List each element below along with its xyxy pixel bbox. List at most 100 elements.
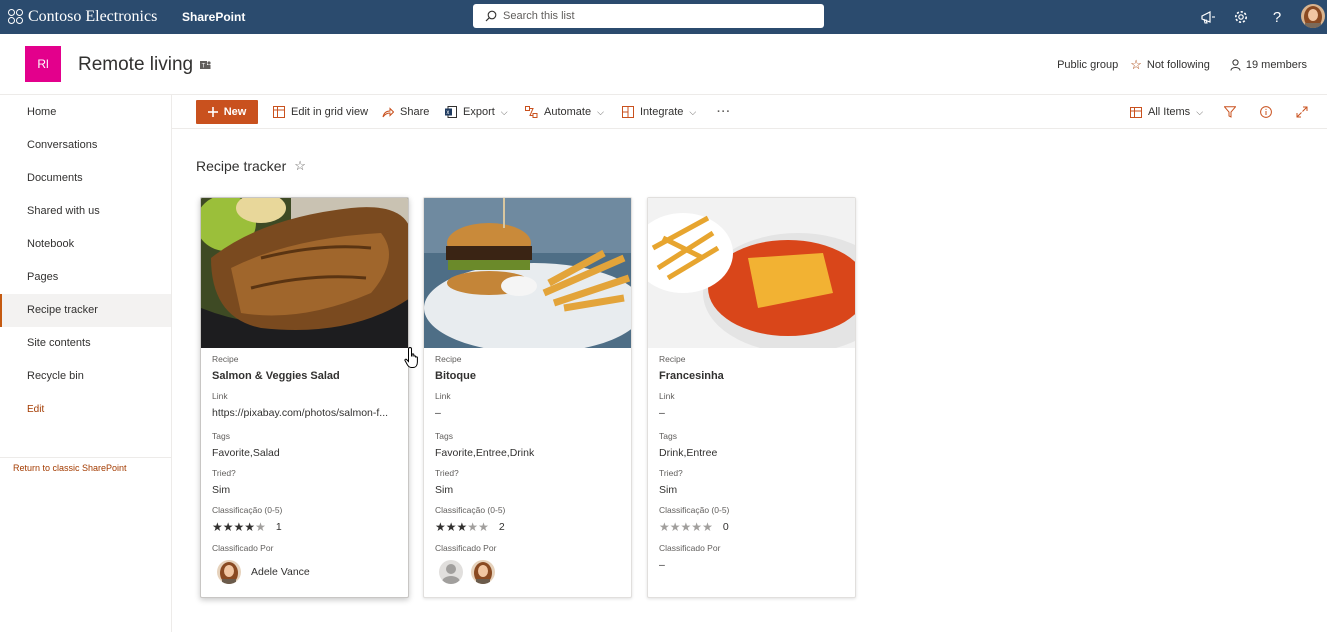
favorite-star-icon[interactable]: ☆ — [294, 158, 306, 174]
recipe-name[interactable]: Francesinha — [659, 369, 847, 383]
site-title[interactable]: Remote living — [78, 54, 193, 76]
rated-by-people: Adele Vance — [212, 560, 400, 584]
rating-star-icon[interactable]: ★ — [457, 520, 468, 534]
recipe-name[interactable]: Salmon & Veggies Salad — [212, 369, 400, 383]
field-rated-by: Classificado Por – — [659, 543, 847, 572]
search-box[interactable] — [473, 4, 824, 28]
info-button[interactable] — [1260, 95, 1272, 129]
field-label: Classificado Por — [435, 543, 497, 553]
automate-button[interactable]: Automate ⌵ — [525, 95, 604, 129]
teams-icon[interactable]: T — [199, 59, 211, 71]
edit-grid-label: Edit in grid view — [291, 106, 369, 118]
rating-star-icon[interactable]: ★ — [702, 520, 713, 534]
field-tags: Tags Favorite,Salad — [212, 431, 400, 460]
rating-stars[interactable]: ★ ★ ★ ★ ★ 2 — [435, 520, 623, 534]
rating-stars[interactable]: ★ ★ ★ ★ ★ 0 — [659, 520, 847, 534]
rating-star-icon[interactable]: ★ — [670, 520, 681, 534]
rating-star-icon[interactable]: ★ — [691, 520, 702, 534]
rating-star-icon[interactable]: ★ — [659, 520, 670, 534]
nav-item-site-contents[interactable]: Site contents — [0, 327, 171, 360]
list-title: Recipe tracker — [196, 158, 287, 174]
rating-star-icon[interactable]: ★ — [478, 520, 489, 534]
list-view-icon — [1130, 106, 1142, 118]
contoso-logo-icon — [8, 9, 24, 25]
person-name[interactable]: Adele Vance — [251, 566, 310, 578]
rating-star-icon[interactable]: ★ — [212, 520, 223, 534]
nav-edit-link[interactable]: Edit — [0, 393, 171, 426]
recipe-card[interactable]: Recipe Bitoque Link – Tags Favorite,Entr… — [423, 197, 632, 598]
field-tags: Tags Drink,Entree — [659, 431, 847, 460]
rating-star-icon[interactable]: ★ — [255, 520, 266, 534]
help-icon[interactable]: ? — [1265, 0, 1289, 34]
field-tried: Tried? Sim — [659, 468, 847, 497]
rating-star-icon[interactable]: ★ — [244, 520, 255, 534]
nav-item-home[interactable]: Home — [0, 96, 171, 129]
integrate-button[interactable]: Integrate ⌵ — [622, 95, 696, 129]
recipe-card[interactable]: Recipe Salmon & Veggies Salad Link https… — [200, 197, 409, 598]
hand-cursor-icon — [404, 346, 418, 368]
field-label: Link — [659, 391, 675, 401]
expand-button[interactable] — [1296, 95, 1308, 129]
nav-item-recycle-bin[interactable]: Recycle bin — [0, 360, 171, 393]
nav-item-shared-with-us[interactable]: Shared with us — [0, 195, 171, 228]
recipe-tags: Drink,Entree — [659, 447, 718, 459]
nav-item-documents[interactable]: Documents — [0, 162, 171, 195]
recipe-tried: Sim — [435, 484, 454, 496]
excel-icon: x — [445, 106, 457, 118]
user-avatar[interactable] — [1301, 4, 1325, 28]
settings-gear-icon[interactable] — [1229, 0, 1253, 34]
rating-star-icon[interactable]: ★ — [681, 520, 692, 534]
command-bar: New Edit in grid view Share x Export ⌵ A… — [172, 95, 1327, 129]
search-input[interactable] — [503, 10, 803, 22]
filter-icon — [1224, 106, 1236, 118]
follow-label: Not following — [1146, 58, 1210, 71]
new-label: New — [223, 106, 247, 118]
person-avatar-placeholder[interactable] — [439, 560, 463, 584]
person-avatar[interactable] — [471, 560, 495, 584]
rated-by-people — [435, 560, 623, 584]
chevron-down-icon: ⌵ — [500, 106, 508, 117]
filter-button[interactable] — [1224, 95, 1236, 129]
site-logo[interactable]: Rl — [25, 46, 61, 82]
megaphone-icon[interactable] — [1196, 0, 1220, 34]
recipe-image-francesinha — [648, 198, 855, 348]
rating-star-icon[interactable]: ★ — [223, 520, 234, 534]
integrate-icon — [622, 106, 634, 118]
app-name[interactable]: SharePoint — [182, 0, 245, 34]
edit-grid-view-button[interactable]: Edit in grid view — [273, 95, 368, 129]
rating-stars[interactable]: ★ ★ ★ ★ ★ 1 — [212, 520, 400, 534]
recipe-tried: Sim — [659, 484, 678, 496]
field-rating: Classificação (0-5) ★ ★ ★ ★ ★ 2 — [435, 505, 623, 534]
nav-item-conversations[interactable]: Conversations — [0, 129, 171, 162]
recipe-card[interactable]: Recipe Francesinha Link – Tags Drink,Ent… — [647, 197, 856, 598]
person-avatar[interactable] — [217, 560, 241, 584]
site-title-row: Remote living T — [78, 54, 211, 76]
recipe-name[interactable]: Bitoque — [435, 369, 623, 383]
follow-button[interactable]: ☆ Not following — [1130, 57, 1210, 73]
return-to-classic-link[interactable]: Return to classic SharePoint — [13, 463, 127, 473]
info-icon — [1260, 106, 1272, 118]
new-button[interactable]: New — [196, 100, 258, 124]
nav-item-pages[interactable]: Pages — [0, 261, 171, 294]
rating-count: 2 — [498, 521, 505, 533]
recipe-link[interactable]: https://pixabay.com/photos/salmon-f... — [212, 406, 400, 420]
star-icon: ☆ — [1130, 56, 1142, 72]
rating-star-icon[interactable]: ★ — [234, 520, 245, 534]
members-button[interactable]: 19 members — [1230, 59, 1307, 71]
view-label: All Items — [1148, 106, 1191, 118]
rating-star-icon[interactable]: ★ — [446, 520, 457, 534]
field-rating: Classificação (0-5) ★ ★ ★ ★ ★ 1 — [212, 505, 400, 534]
search-icon — [485, 10, 497, 22]
rating-star-icon[interactable]: ★ — [467, 520, 478, 534]
field-label: Tried? — [212, 468, 236, 478]
brand[interactable]: Contoso Electronics — [8, 0, 157, 34]
share-button[interactable]: Share — [382, 95, 429, 129]
rating-star-icon[interactable]: ★ — [435, 520, 446, 534]
nav-item-notebook[interactable]: Notebook — [0, 228, 171, 261]
view-selector[interactable]: All Items ⌵ — [1130, 95, 1203, 129]
field-recipe: Recipe Salmon & Veggies Salad — [212, 354, 400, 383]
more-options-button[interactable]: ··· — [717, 95, 731, 129]
field-rating: Classificação (0-5) ★ ★ ★ ★ ★ 0 — [659, 505, 847, 534]
nav-item-recipe-tracker[interactable]: Recipe tracker — [0, 294, 171, 327]
export-button[interactable]: x Export ⌵ — [445, 95, 508, 129]
